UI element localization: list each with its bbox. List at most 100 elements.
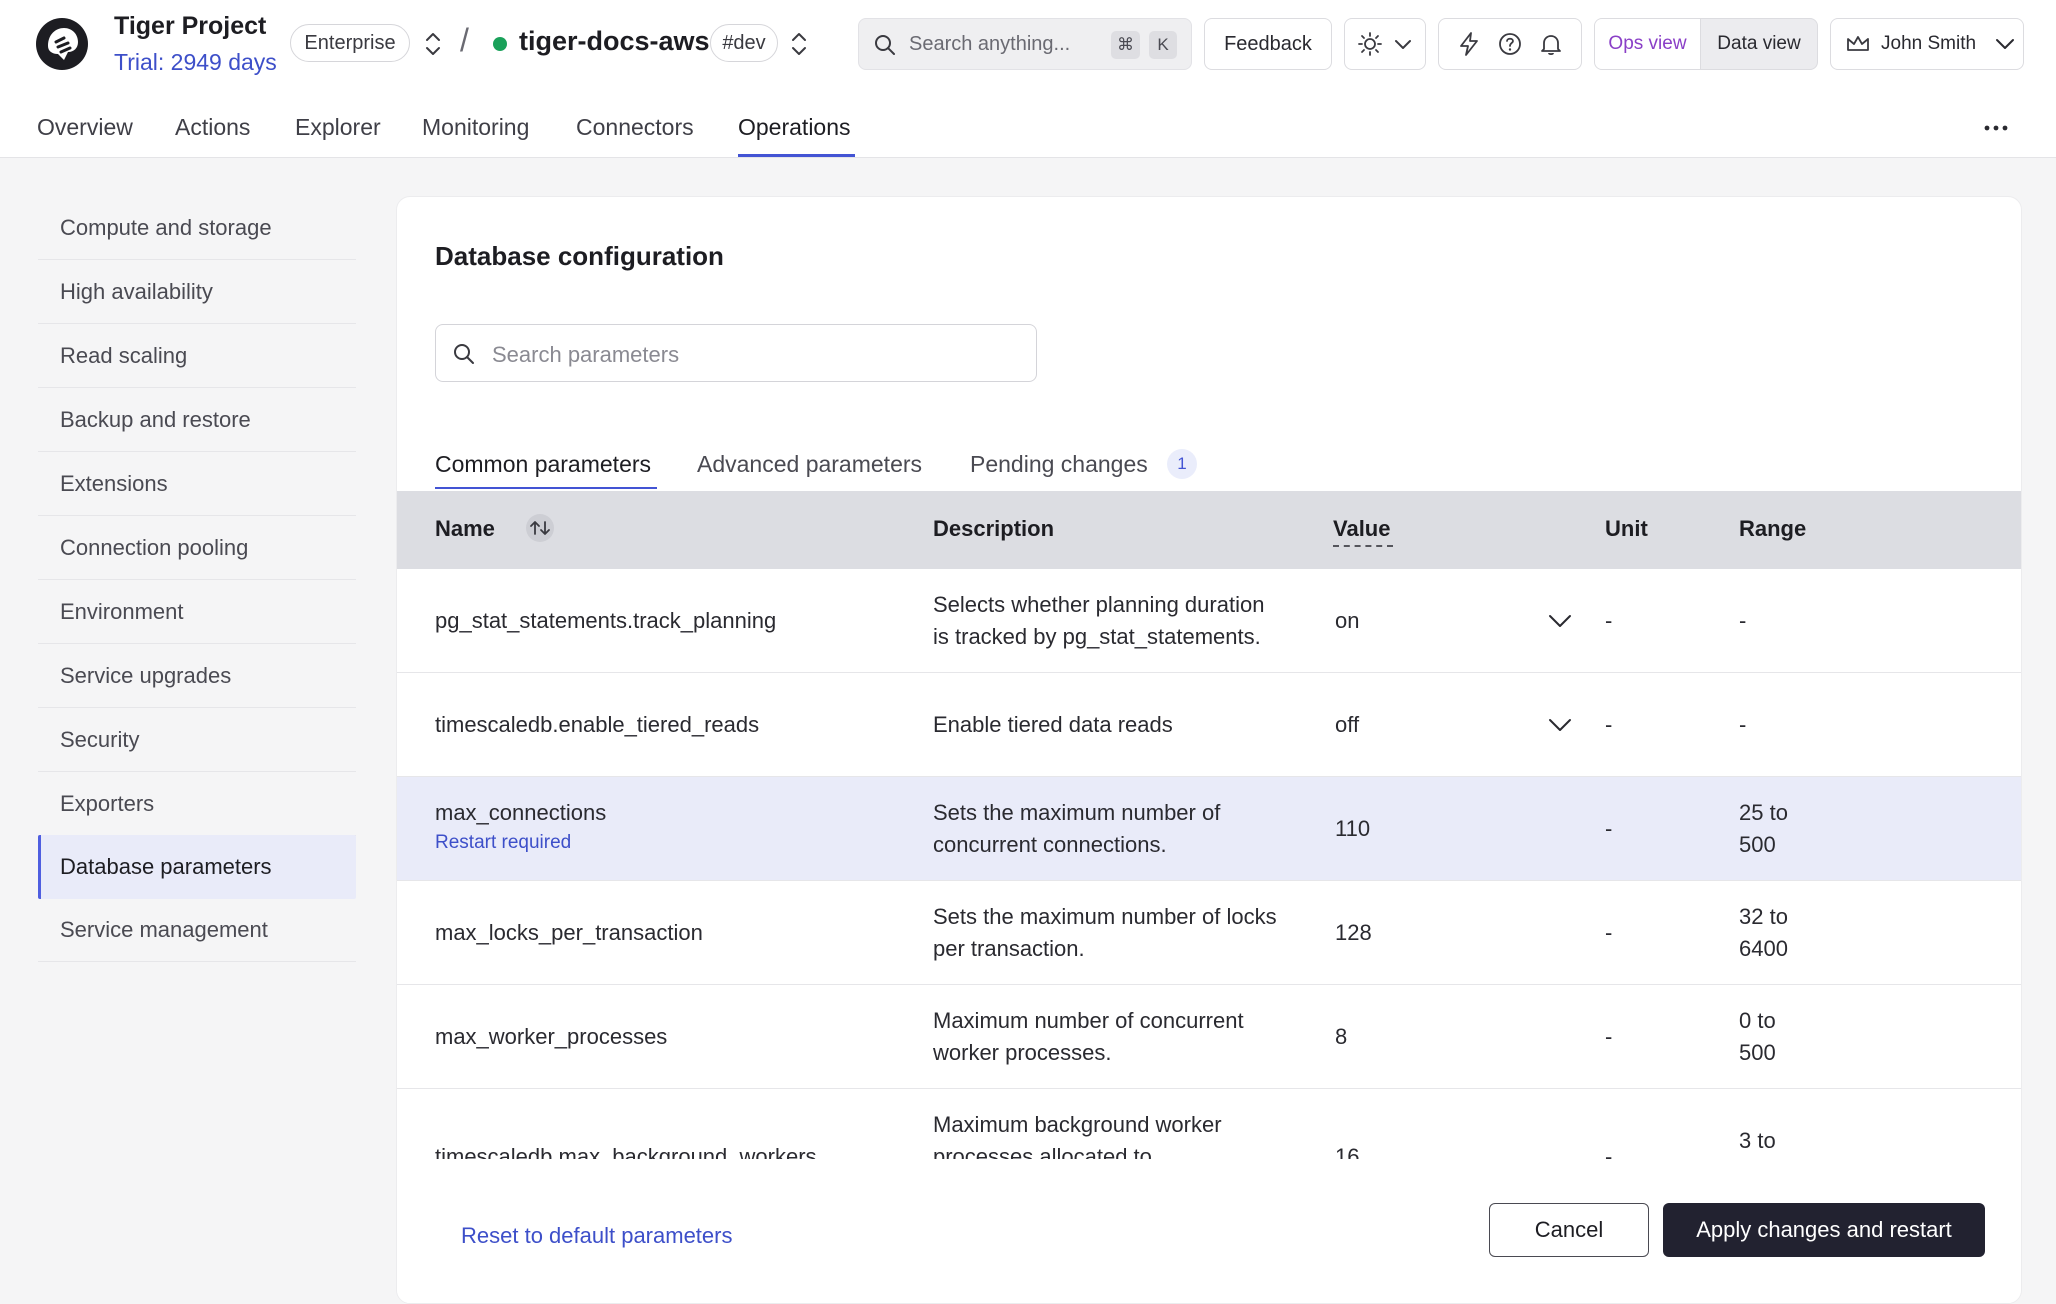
ops-view-button[interactable]: Ops view — [1595, 19, 1701, 69]
sidebar-item-extensions[interactable]: Extensions — [38, 452, 356, 516]
search-icon — [875, 35, 895, 55]
panel-footer: Reset to default parameters Cancel Apply… — [397, 1159, 2021, 1303]
parameter-value-select[interactable]: on — [1335, 605, 1359, 637]
sidebar-item-connection-pooling[interactable]: Connection pooling — [38, 516, 356, 580]
parameter-value-input[interactable]: 128 — [1335, 917, 1372, 949]
data-view-button[interactable]: Data view — [1701, 19, 1817, 69]
tab-pending-changes[interactable]: Pending changes — [970, 451, 1148, 478]
table-row: timescaledb.max_background_workers Maxim… — [397, 1089, 2021, 1159]
parameter-name: pg_stat_statements.track_planning — [435, 608, 777, 633]
sidebar-item-database-parameters[interactable]: Database parameters — [38, 835, 356, 899]
tab-operations[interactable]: Operations — [738, 114, 851, 141]
lightning-icon[interactable] — [1456, 31, 1482, 57]
feedback-button[interactable]: Feedback — [1204, 18, 1332, 70]
active-subtab-indicator — [435, 487, 657, 489]
view-toggle: Ops view Data view — [1594, 18, 1818, 70]
table-row: timescaledb.enable_tiered_reads Enable t… — [397, 673, 2021, 777]
quick-actions-group — [1438, 18, 1582, 70]
project-switcher-icon[interactable] — [422, 29, 444, 59]
user-name: John Smith — [1881, 33, 1977, 54]
column-header-unit: Unit — [1605, 516, 1648, 541]
parameter-range-line: 25 to — [1739, 800, 1788, 825]
parameter-description-line: worker processes. — [933, 1040, 1112, 1065]
reset-to-default-link[interactable]: Reset to default parameters — [461, 1223, 732, 1249]
tab-actions[interactable]: Actions — [175, 114, 250, 141]
parameter-name: max_connections — [435, 800, 607, 825]
table-row: max_locks_per_transaction Sets the maxim… — [397, 881, 2021, 985]
parameter-search-placeholder: Search parameters — [492, 342, 680, 367]
parameter-description-line: Maximum background worker — [933, 1112, 1222, 1137]
crown-icon — [1847, 36, 1869, 51]
tab-common-parameters[interactable]: Common parameters — [435, 451, 651, 478]
shortcut-k-key: K — [1149, 31, 1177, 59]
cancel-button[interactable]: Cancel — [1489, 1203, 1649, 1257]
value-header-underline — [1333, 545, 1393, 547]
parameter-name: max_worker_processes — [435, 1024, 668, 1049]
parameter-range: - — [1739, 608, 1747, 633]
chevron-down-icon[interactable] — [1547, 716, 1573, 734]
database-configuration-panel: Database configuration Search parameters… — [396, 196, 2022, 1304]
tab-connectors[interactable]: Connectors — [576, 114, 694, 141]
theme-toggle-button[interactable] — [1344, 18, 1426, 70]
parameter-range-line: 500 — [1739, 1040, 1776, 1065]
apply-changes-button[interactable]: Apply changes and restart — [1663, 1203, 1985, 1257]
service-status-dot — [493, 37, 507, 51]
parameter-value-select[interactable]: off — [1335, 709, 1359, 741]
service-switcher-icon[interactable] — [788, 29, 810, 59]
chevron-down-icon[interactable] — [1547, 612, 1573, 630]
service-name[interactable]: tiger-docs-aws — [519, 26, 710, 57]
trial-days-link[interactable]: Trial: 2949 days — [114, 49, 277, 76]
restart-required-tag: Restart required — [435, 832, 572, 853]
tab-explorer[interactable]: Explorer — [295, 114, 381, 141]
parameter-value-input[interactable]: 110 — [1335, 813, 1370, 845]
parameter-unit: - — [1605, 712, 1613, 737]
chevron-down-icon — [1996, 39, 2015, 49]
parameter-range-line: 0 to — [1739, 1008, 1776, 1033]
parameter-unit: - — [1605, 1144, 1613, 1159]
sidebar-item-service-upgrades[interactable]: Service upgrades — [38, 644, 356, 708]
sidebar-item-compute-and-storage[interactable]: Compute and storage — [38, 196, 356, 260]
sidebar-item-environment[interactable]: Environment — [38, 580, 356, 644]
parameter-description-line: Maximum number of concurrent — [933, 1008, 1244, 1033]
sidebar-item-read-scaling[interactable]: Read scaling — [38, 324, 356, 388]
column-header-name[interactable]: Name — [435, 516, 495, 542]
parameter-range-line: 500 — [1739, 832, 1776, 857]
tiger-logo-icon[interactable] — [34, 16, 90, 72]
tab-overview[interactable]: Overview — [37, 114, 133, 141]
global-search-input[interactable]: Search anything... ⌘ K — [858, 18, 1192, 70]
sidebar-item-exporters[interactable]: Exporters — [38, 772, 356, 836]
more-options-icon[interactable] — [1982, 116, 2010, 140]
tab-advanced-parameters[interactable]: Advanced parameters — [697, 451, 922, 478]
parameter-name: timescaledb.max_background_workers — [435, 1144, 817, 1159]
page-title: Database configuration — [435, 241, 724, 271]
parameter-value-input[interactable]: 16 — [1335, 1141, 1359, 1159]
table-header: Name Description Value Unit Range — [397, 491, 2021, 569]
column-header-value: Value — [1333, 516, 1391, 541]
parameter-unit: - — [1605, 1024, 1613, 1049]
shortcut-cmd-key: ⌘ — [1111, 31, 1140, 59]
help-icon[interactable] — [1497, 31, 1523, 57]
parameter-description-line: Selects whether planning duration — [933, 592, 1265, 617]
tab-monitoring[interactable]: Monitoring — [422, 114, 529, 141]
sort-icon[interactable] — [525, 513, 555, 543]
sidebar-item-high-availability[interactable]: High availability — [38, 260, 356, 324]
sidebar-item-service-management[interactable]: Service management — [38, 898, 356, 962]
table-row-modified: max_connections Restart required Sets th… — [397, 777, 2021, 881]
parameter-name: max_locks_per_transaction — [435, 920, 703, 945]
top-bar: Tiger Project Trial: 2949 days Enterpris… — [0, 0, 2056, 158]
project-name[interactable]: Tiger Project — [114, 12, 266, 41]
environment-badge: #dev — [710, 24, 778, 62]
parameter-description-line: processes allocated to — [933, 1144, 1152, 1159]
table-row: pg_stat_statements.track_planning Select… — [397, 569, 2021, 673]
sidebar-item-backup-and-restore[interactable]: Backup and restore — [38, 388, 356, 452]
parameter-description-line: is tracked by pg_stat_statements. — [933, 624, 1261, 649]
parameter-description-line: Enable tiered data reads — [933, 712, 1173, 737]
parameter-search-input[interactable]: Search parameters — [435, 324, 1037, 382]
parameter-unit: - — [1605, 816, 1613, 841]
column-header-description: Description — [933, 516, 1055, 541]
user-menu-button[interactable]: John Smith — [1830, 18, 2024, 70]
parameter-description-line: Sets the maximum number of locks — [933, 904, 1277, 929]
parameter-value-input[interactable]: 8 — [1335, 1021, 1347, 1053]
sidebar-item-security[interactable]: Security — [38, 708, 356, 772]
bell-icon[interactable] — [1538, 31, 1564, 57]
